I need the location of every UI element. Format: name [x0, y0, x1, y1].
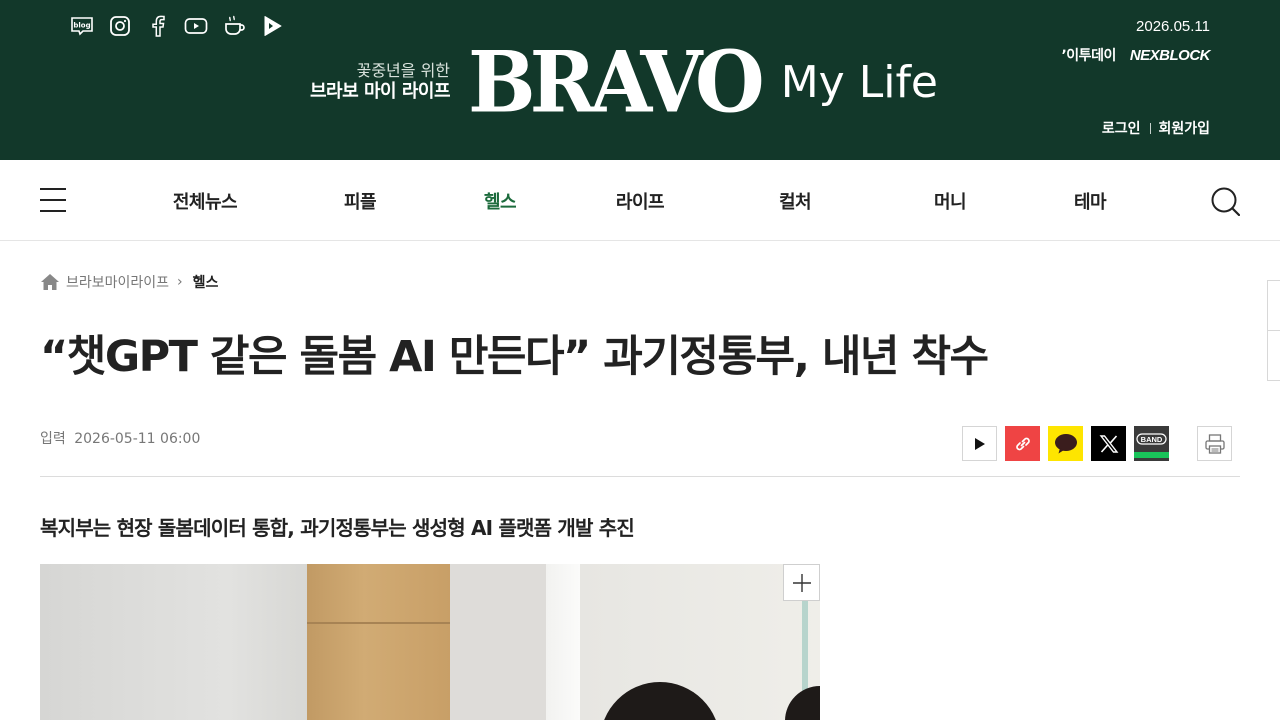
facebook-icon[interactable]: [146, 14, 170, 38]
svg-text:blog: blog: [73, 22, 90, 30]
meta-divider: [40, 476, 1240, 477]
nav-item-culture[interactable]: 컬처: [779, 188, 812, 214]
nexblock-link[interactable]: NEXBLOCK: [1130, 47, 1211, 64]
published-datetime: 2026-05-11 06:00: [74, 431, 201, 447]
nav-item-theme[interactable]: 테마: [1074, 188, 1107, 214]
share-buttons: BAND: [962, 426, 1169, 461]
print-button[interactable]: [1197, 426, 1232, 461]
breadcrumb: 브라보마이라이프 › 헬스: [40, 272, 218, 292]
photo-zoom-button[interactable]: [783, 564, 820, 601]
x-share-button[interactable]: [1091, 426, 1126, 461]
instagram-icon[interactable]: [108, 14, 132, 38]
tts-play-button[interactable]: [962, 426, 997, 461]
youtube-icon[interactable]: [184, 14, 208, 38]
kakao-share-button[interactable]: [1048, 426, 1083, 461]
tagline-main: 브라보 마이 라이프: [310, 80, 451, 102]
side-floating-tab[interactable]: [1267, 280, 1280, 381]
article-subtitle: 복지부는 현장 돌봄데이터 통합, 과기정통부는 생성형 AI 플랫폼 개발 추…: [40, 516, 635, 540]
nav-item-health[interactable]: 헬스: [484, 188, 517, 214]
kakao-story-icon[interactable]: [222, 14, 246, 38]
main-nav: 전체뉴스 피플 헬스 라이프 컬처 머니 테마: [0, 160, 1280, 241]
nav-item-all-news[interactable]: 전체뉴스: [173, 188, 238, 214]
play-icon: [974, 437, 985, 450]
article-photo: [40, 564, 820, 720]
article-headline: “챗GPT 같은 돌봄 AI 만든다” 과기정통부, 내년 착수: [40, 332, 989, 382]
x-icon: [1099, 434, 1118, 453]
logo-bravo: BRAVO: [468, 32, 765, 132]
nav-item-people[interactable]: 피플: [344, 188, 377, 214]
login-link[interactable]: 로그인: [1102, 118, 1141, 138]
breadcrumb-current[interactable]: 헬스: [193, 272, 219, 292]
auth-links: 로그인 회원가입: [1102, 118, 1210, 138]
auth-divider: [1150, 122, 1152, 134]
play-icon[interactable]: [260, 14, 284, 38]
menu-icon[interactable]: [40, 188, 66, 212]
nav-item-money[interactable]: 머니: [934, 188, 967, 214]
printer-icon: [1204, 433, 1225, 454]
plus-icon: [792, 573, 811, 592]
etoday-link[interactable]: ʼ이투데이: [1061, 45, 1116, 65]
current-date: 2026.05.11: [1136, 18, 1210, 35]
search-icon[interactable]: [1210, 186, 1240, 216]
band-icon: BAND: [1134, 433, 1169, 458]
partner-links: ʼ이투데이 NEXBLOCK: [1061, 45, 1210, 65]
copy-link-button[interactable]: [1005, 426, 1040, 461]
link-icon: [1015, 437, 1030, 450]
chevron-right-icon: ›: [177, 274, 183, 290]
brand-tagline: 꽃중년을 위한 브라보 마이 라이프: [310, 60, 451, 104]
logo-my-life: My Life: [780, 56, 939, 108]
home-icon[interactable]: [40, 273, 60, 291]
nav-item-life[interactable]: 라이프: [616, 188, 665, 214]
kakao-icon: [1054, 433, 1077, 453]
tagline-sub: 꽃중년을 위한: [356, 60, 451, 80]
band-share-button[interactable]: BAND: [1134, 426, 1169, 461]
site-header: blog 꽃중년을 위한 브라보 마이 라이프 BRAVO My Life 20…: [0, 0, 1280, 160]
svg-text:BAND: BAND: [1141, 435, 1163, 444]
meta-label: 입력: [40, 431, 66, 447]
blog-icon[interactable]: blog: [70, 14, 94, 38]
brand-logo[interactable]: 꽃중년을 위한 브라보 마이 라이프 BRAVO My Life: [310, 32, 939, 132]
sns-links: blog: [70, 14, 284, 38]
breadcrumb-home[interactable]: 브라보마이라이프: [66, 272, 169, 292]
signup-link[interactable]: 회원가입: [1158, 118, 1210, 138]
article-meta: 입력 2026-05-11 06:00: [40, 428, 200, 448]
